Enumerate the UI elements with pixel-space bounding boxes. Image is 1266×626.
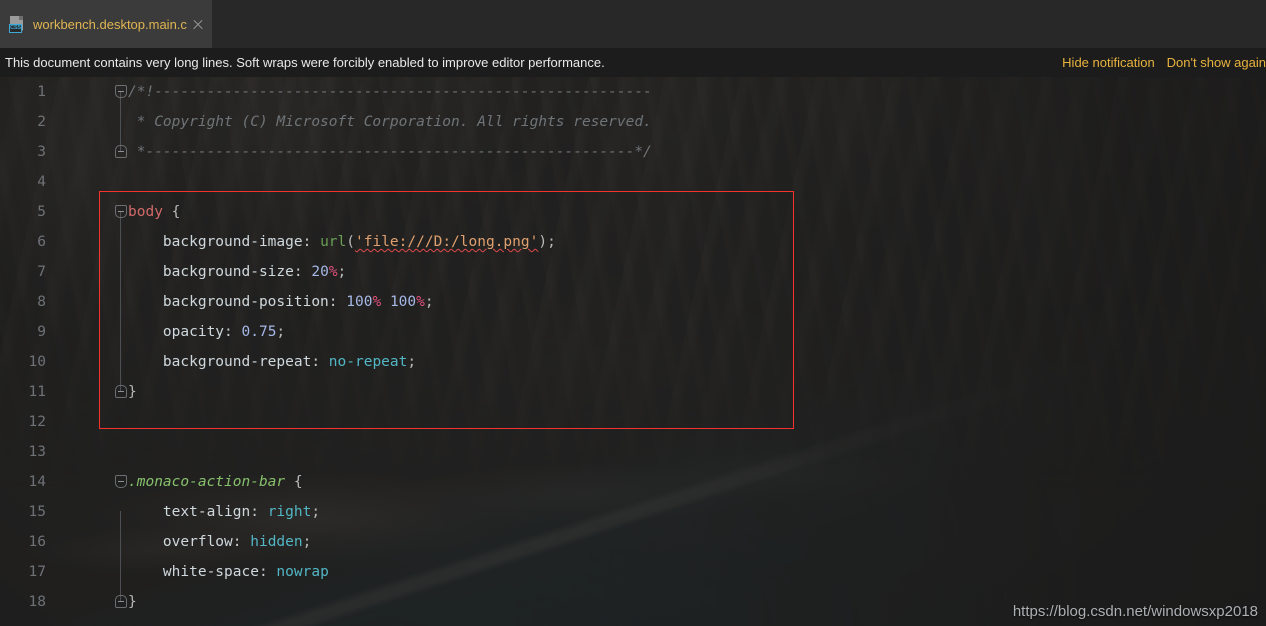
- code-line-15-text: text-align: right;: [162, 504, 321, 520]
- css-property: text-align: [162, 504, 251, 520]
- css-number: 0.75: [241, 324, 277, 340]
- css-url-string: 'file:///D:/long.png': [355, 234, 539, 250]
- css-number: 100: [389, 294, 417, 310]
- code-line-5-text: body {: [128, 197, 180, 227]
- css-unit: %: [372, 294, 382, 310]
- open-brace: {: [162, 204, 181, 220]
- code-line-10[interactable]: background-repeat: no-repeat;: [0, 347, 1266, 377]
- css-value-keyword: no-repeat: [328, 354, 408, 370]
- code-line-14[interactable]: .monaco-action-bar {: [0, 467, 1266, 497]
- css-unit: %: [328, 264, 338, 280]
- css-file-icon: CSS: [9, 15, 26, 33]
- code-line-3-text: *---------------------------------------…: [128, 144, 652, 160]
- css-property: opacity: [162, 324, 225, 340]
- css-unit: %: [416, 294, 425, 310]
- css-url-function: url: [320, 234, 347, 250]
- tab-label: workbench.desktop.main.css: [33, 16, 187, 32]
- code-line-3[interactable]: *---------------------------------------…: [0, 137, 1266, 167]
- code-line-1[interactable]: /*!-------------------------------------…: [0, 77, 1266, 107]
- css-file-icon-badge: CSS: [9, 23, 22, 33]
- code-line-10-text: background-repeat: no-repeat;: [162, 354, 417, 370]
- editor-tab-bar: CSS workbench.desktop.main.css: [0, 0, 1266, 48]
- tab-bar-empty-area: [212, 0, 1266, 48]
- close-icon[interactable]: [187, 13, 209, 35]
- code-line-15[interactable]: text-align: right;: [0, 497, 1266, 527]
- hide-notification-button[interactable]: Hide notification: [1062, 55, 1155, 70]
- code-line-6[interactable]: background-image: url('file:///D:/long.p…: [0, 227, 1266, 257]
- code-line-8[interactable]: background-position: 100% 100%;: [0, 287, 1266, 317]
- code-line-17[interactable]: white-space: nowrap: [0, 557, 1266, 587]
- css-property: overflow: [162, 534, 233, 550]
- dont-show-again-button[interactable]: Don't show again: [1167, 55, 1266, 70]
- css-property: background-size: [162, 264, 294, 280]
- vscode-window: CSS workbench.desktop.main.css This docu…: [0, 0, 1266, 626]
- tab-workbench-desktop-main-css[interactable]: CSS workbench.desktop.main.css: [0, 0, 212, 48]
- code-editor[interactable]: 1 2 3 4 5 6 7 8 9 10 11 12 13 14 15 16 1…: [0, 77, 1266, 626]
- css-value-keyword: nowrap: [276, 564, 329, 580]
- code-line-4[interactable]: [0, 167, 1266, 197]
- css-selector-monaco-action-bar: .monaco-action-bar: [128, 474, 286, 490]
- close-brace: }: [128, 384, 137, 400]
- code-line-11[interactable]: }: [0, 377, 1266, 407]
- css-property: background-image: [162, 234, 303, 250]
- code-line-17-text: white-space: nowrap: [162, 564, 329, 580]
- code-line-14-text: .monaco-action-bar {: [128, 467, 303, 497]
- code-line-8-text: background-position: 100% 100%;: [162, 294, 434, 310]
- watermark-url: https://blog.csdn.net/windowsxp2018: [1012, 603, 1258, 620]
- css-property: background-repeat: [162, 354, 312, 370]
- css-value-keyword: right: [267, 504, 312, 520]
- code-line-5[interactable]: body {: [0, 197, 1266, 227]
- css-selector-body: body: [128, 204, 163, 220]
- code-area[interactable]: 1 2 3 4 5 6 7 8 9 10 11 12 13 14 15 16 1…: [0, 77, 1266, 626]
- open-brace: {: [285, 474, 303, 490]
- code-line-13[interactable]: [0, 437, 1266, 467]
- css-number: 20: [311, 264, 329, 280]
- close-brace: }: [128, 594, 137, 610]
- css-number: 100: [346, 294, 373, 310]
- code-line-12[interactable]: [0, 407, 1266, 437]
- css-property: background-position: [162, 294, 329, 310]
- code-line-2[interactable]: * Copyright (C) Microsoft Corporation. A…: [0, 107, 1266, 137]
- notification-message: This document contains very long lines. …: [5, 55, 605, 70]
- code-line-7[interactable]: background-size: 20%;: [0, 257, 1266, 287]
- code-line-6-text: background-image: url('file:///D:/long.p…: [162, 234, 556, 250]
- notification-bar: This document contains very long lines. …: [0, 48, 1266, 77]
- code-line-9-text: opacity: 0.75;: [162, 324, 286, 340]
- code-line-9[interactable]: opacity: 0.75;: [0, 317, 1266, 347]
- css-property: white-space: [162, 564, 259, 580]
- code-line-16[interactable]: overflow: hidden;: [0, 527, 1266, 557]
- css-value-keyword: hidden: [250, 534, 303, 550]
- code-line-1-text: /*!-------------------------------------…: [128, 84, 652, 100]
- code-line-7-text: background-size: 20%;: [162, 264, 347, 280]
- code-line-16-text: overflow: hidden;: [162, 534, 312, 550]
- code-line-2-text: * Copyright (C) Microsoft Corporation. A…: [128, 114, 652, 130]
